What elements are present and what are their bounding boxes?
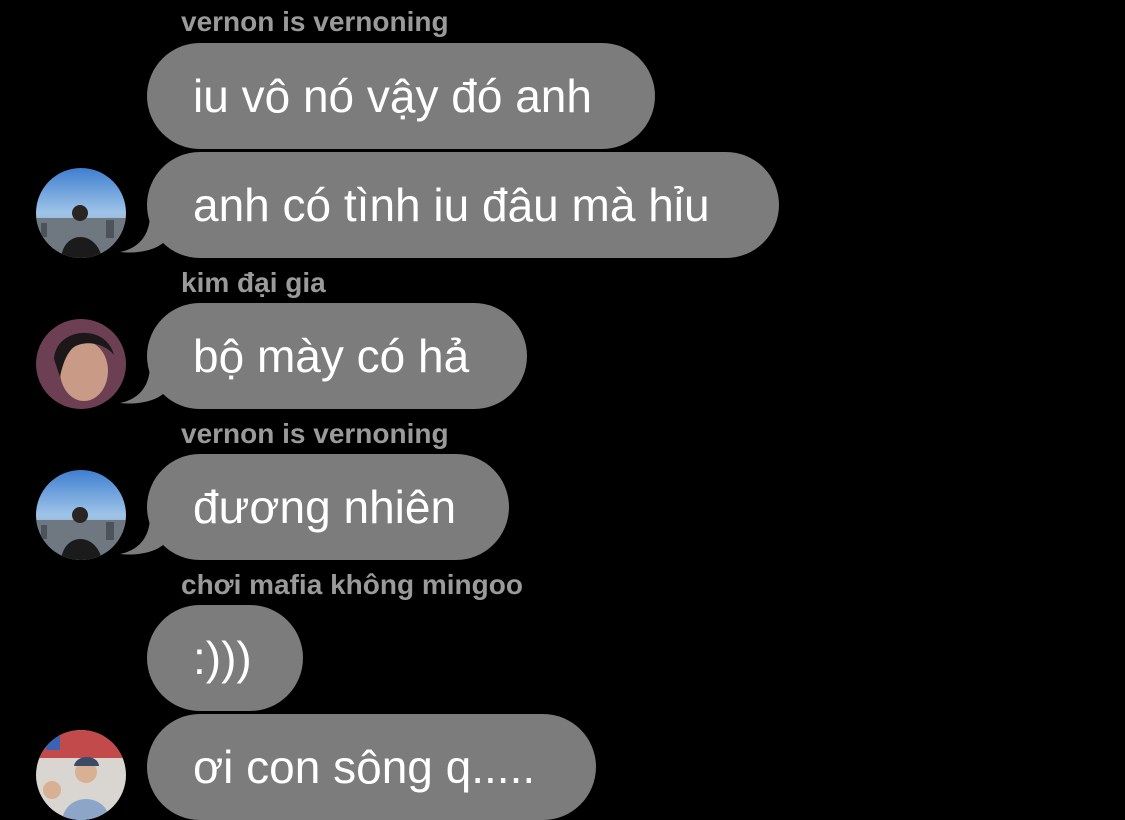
message-bubble[interactable]: iu vô nó vậy đó anh [147, 43, 655, 149]
avatar[interactable] [36, 470, 126, 560]
message-bubble[interactable]: :))) [147, 605, 303, 711]
message-text: :))) [193, 632, 252, 684]
city-avatar-icon [36, 470, 126, 560]
sender-name: vernon is vernoning [181, 418, 449, 449]
message-text: anh có tình iu đâu mà hỉu [193, 179, 710, 231]
bubble-tail [120, 516, 164, 555]
avatar[interactable] [36, 168, 126, 258]
message-bubble[interactable]: anh có tình iu đâu mà hỉu [147, 152, 779, 258]
message-text: bộ mày có hả [193, 330, 470, 382]
message-text: iu vô nó vậy đó anh [193, 70, 592, 122]
sender-name: chơi mafia không mingoo [181, 569, 523, 600]
sender-name: vernon is vernoning [181, 6, 449, 37]
city-avatar-icon [36, 168, 126, 258]
portrait-avatar-icon [36, 319, 126, 409]
bubble-tail [120, 365, 164, 404]
message-bubble[interactable]: bộ mày có hả [147, 303, 527, 409]
bubble-tail [120, 214, 164, 253]
message-text: đương nhiên [193, 481, 457, 533]
message-bubble[interactable]: ơi con sông q..... [147, 714, 596, 820]
sender-name: kim đại gia [181, 267, 326, 298]
avatar[interactable] [36, 319, 126, 409]
message-text: ơi con sông q..... [193, 741, 536, 793]
message-bubble[interactable]: đương nhiên [147, 454, 509, 560]
